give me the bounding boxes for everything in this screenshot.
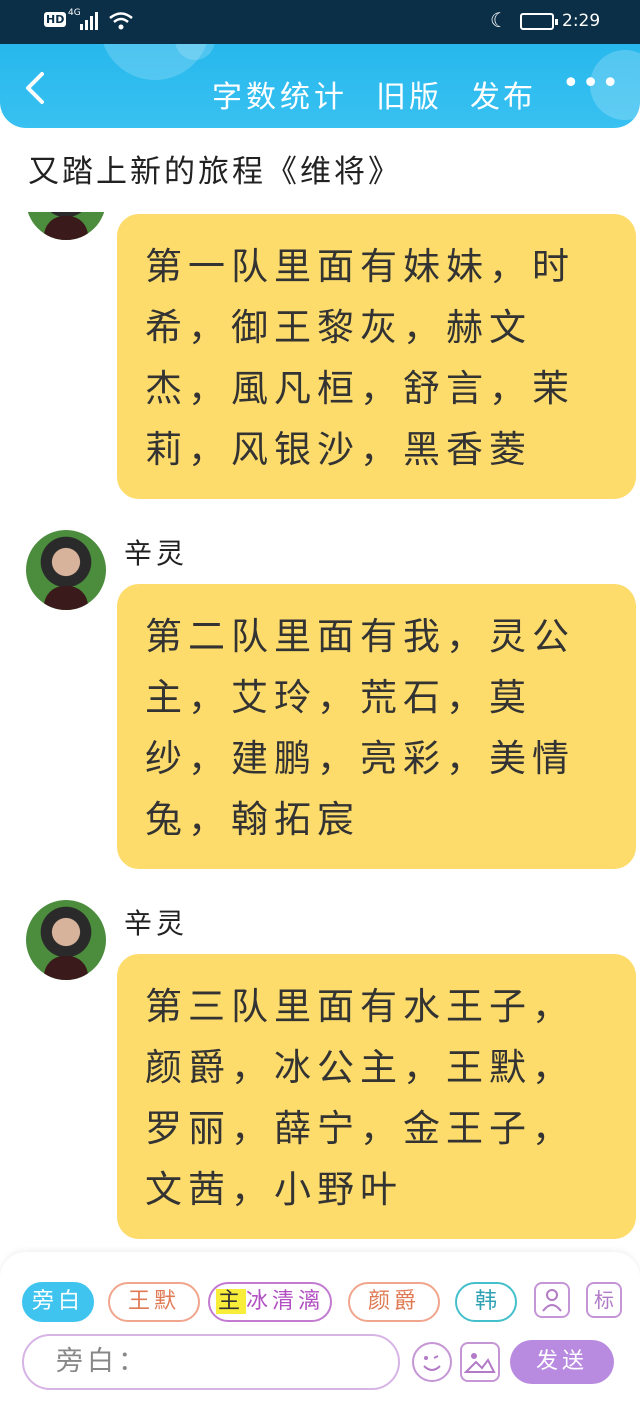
chat-area[interactable]: 第一队里面有妹妹，时希，御王黎灰，赫文杰，風凡桓，舒言，茉莉，风银沙，黑香菱 辛… xyxy=(0,212,640,1252)
image-icon[interactable] xyxy=(460,1342,500,1382)
network-type: 4G xyxy=(68,8,81,18)
battery-icon xyxy=(520,13,558,30)
avatar[interactable] xyxy=(26,530,106,610)
status-time: 2:29 xyxy=(562,11,601,31)
message-bubble: 第三队里面有水王子，颜爵，冰公主，王默，罗丽，薛宁，金王子，文茜，小野叶 xyxy=(117,954,636,1239)
wifi-icon xyxy=(109,12,133,30)
tag-icon[interactable]: 标 xyxy=(586,1282,622,1318)
role-chip-label: 冰清漓 xyxy=(246,1289,325,1314)
role-chip-narrator[interactable]: 旁白 xyxy=(22,1282,94,1322)
composer-panel: 旁白 王默 主冰清漓 颜爵 韩冰 标 旁白： 发送 xyxy=(0,1252,640,1422)
word-count-link[interactable]: 字数统计 xyxy=(212,72,348,116)
signal-icon xyxy=(80,12,102,30)
sender-name: 辛灵 xyxy=(124,907,189,940)
avatar[interactable] xyxy=(26,900,106,980)
status-bar: HD 4G ☾ 2:29 xyxy=(0,0,640,44)
role-chip[interactable]: 韩冰 xyxy=(455,1282,517,1322)
role-chip-highlight: 主 xyxy=(215,1289,246,1314)
avatar[interactable] xyxy=(26,212,106,240)
role-manage-icon[interactable] xyxy=(534,1282,570,1318)
sender-name: 辛灵 xyxy=(124,537,189,570)
message-bubble: 第一队里面有妹妹，时希，御王黎灰，赫文杰，風凡桓，舒言，茉莉，风银沙，黑香菱 xyxy=(117,214,636,499)
message-bubble: 第二队里面有我，灵公主，艾玲，荒石，莫纱，建鹏，亮彩，美情兔，翰拓宸 xyxy=(117,584,636,869)
message-input[interactable]: 旁白： xyxy=(22,1334,400,1390)
moon-icon: ☾ xyxy=(490,8,508,32)
top-header: HD 4G ☾ 2:29 字数统计 旧版 发布 ••• xyxy=(0,0,640,128)
more-icon[interactable]: ••• xyxy=(562,66,621,101)
back-icon[interactable] xyxy=(22,70,50,106)
emoji-icon[interactable] xyxy=(412,1342,452,1382)
publish-button[interactable]: 发布 xyxy=(470,72,536,116)
send-button[interactable]: 发送 xyxy=(510,1340,614,1384)
old-version-link[interactable]: 旧版 xyxy=(376,72,442,116)
story-title: 又踏上新的旅程《维将》 xyxy=(28,154,402,190)
role-chip[interactable]: 颜爵 xyxy=(348,1282,440,1322)
hd-badge: HD xyxy=(44,12,67,27)
role-chip[interactable]: 王默 xyxy=(108,1282,200,1322)
role-chip[interactable]: 主冰清漓 xyxy=(208,1282,332,1322)
